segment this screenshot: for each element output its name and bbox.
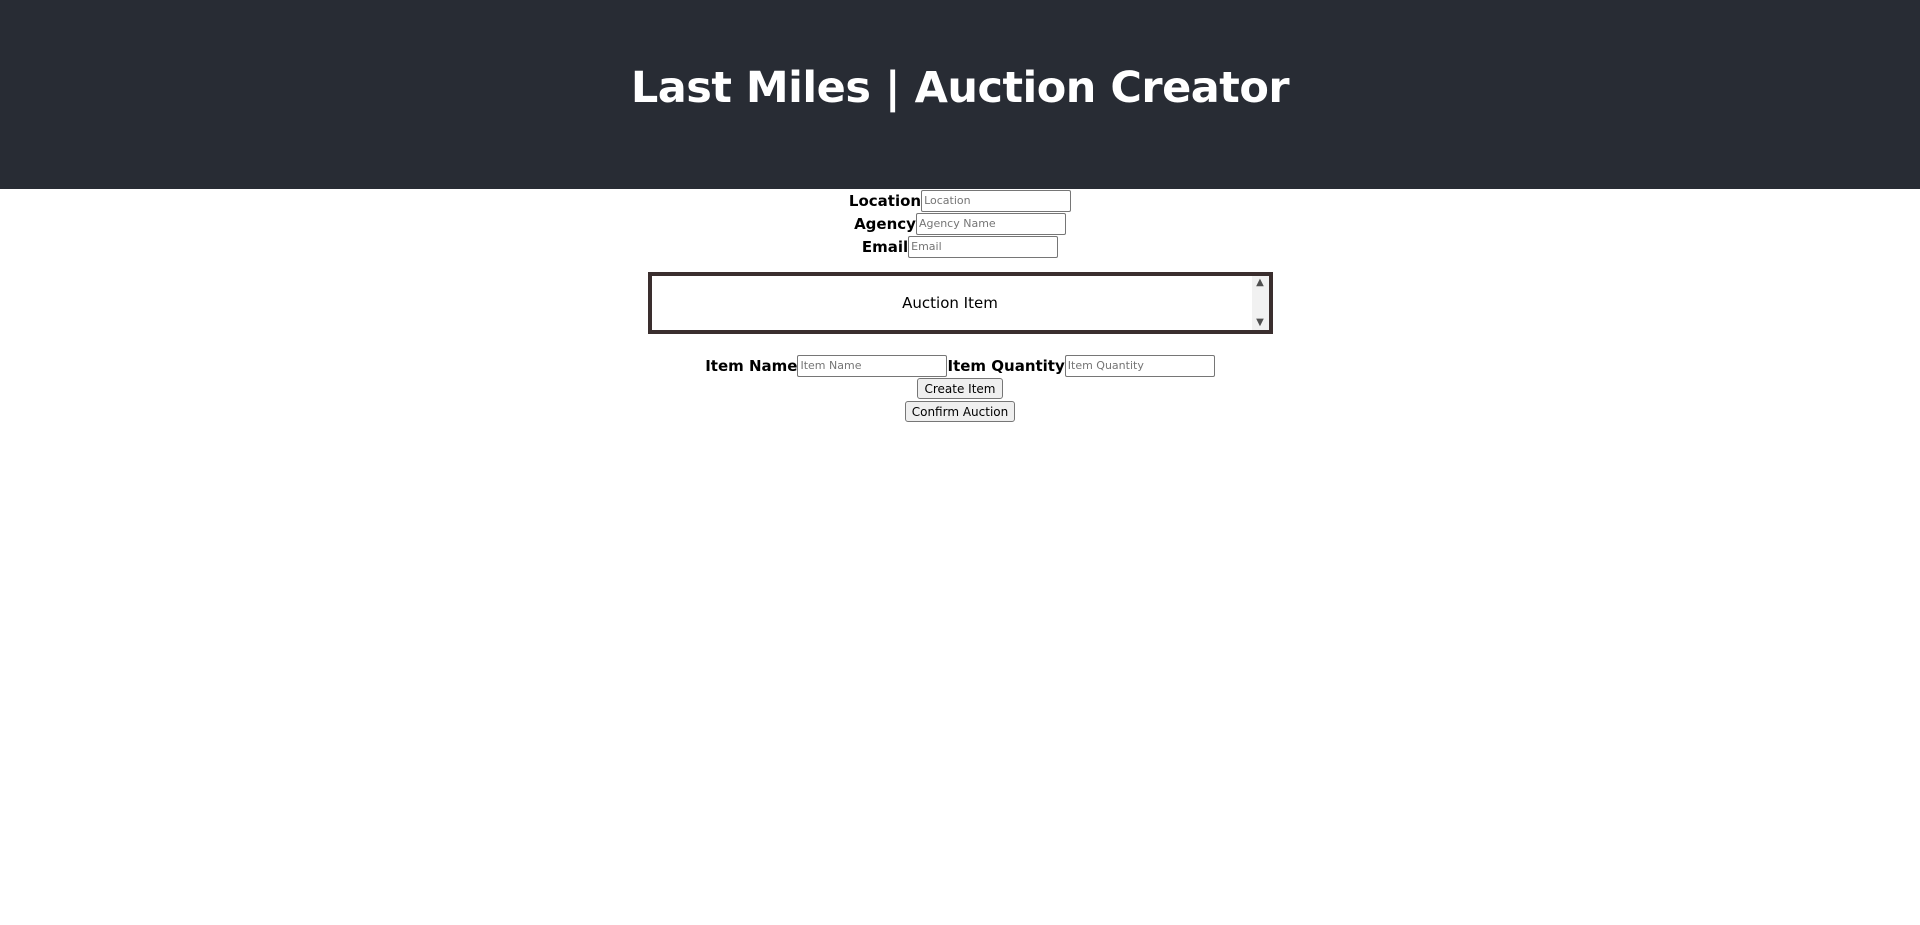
create-item-button[interactable]: Create Item: [917, 378, 1003, 399]
item-quantity-input[interactable]: [1064, 354, 1215, 377]
email-input[interactable]: [908, 235, 1059, 258]
location-input[interactable]: [921, 189, 1072, 212]
chevron-down-icon[interactable]: ▼: [1252, 316, 1269, 330]
location-row: Location: [0, 189, 1920, 212]
agency-input[interactable]: [915, 212, 1066, 235]
chevron-up-icon[interactable]: ▲: [1252, 276, 1269, 290]
confirm-auction-button[interactable]: Confirm Auction: [904, 401, 1016, 422]
email-row: Email: [0, 235, 1920, 258]
agency-label: Agency: [854, 214, 916, 233]
auction-item: Auction Item: [902, 294, 998, 312]
item-entry-row: Item Name Item Quantity: [0, 354, 1920, 377]
location-label: Location: [848, 191, 922, 210]
list-scrollbar[interactable]: ▲ ▼: [1251, 276, 1269, 330]
create-item-row: Create Item: [0, 377, 1920, 400]
page-header: Last Miles | Auction Creator: [0, 0, 1920, 189]
agency-row: Agency: [0, 212, 1920, 235]
email-label: Email: [861, 237, 909, 256]
confirm-auction-row: Confirm Auction: [0, 400, 1920, 423]
item-name-input[interactable]: [797, 354, 948, 377]
item-name-label: Item Name: [705, 356, 798, 375]
auction-details-form: Location Agency Email: [0, 189, 1920, 258]
auction-item-list[interactable]: Auction Item ▲ ▼: [647, 272, 1273, 334]
page-title: Last Miles | Auction Creator: [630, 62, 1290, 113]
item-quantity-label: Item Quantity: [947, 356, 1065, 375]
